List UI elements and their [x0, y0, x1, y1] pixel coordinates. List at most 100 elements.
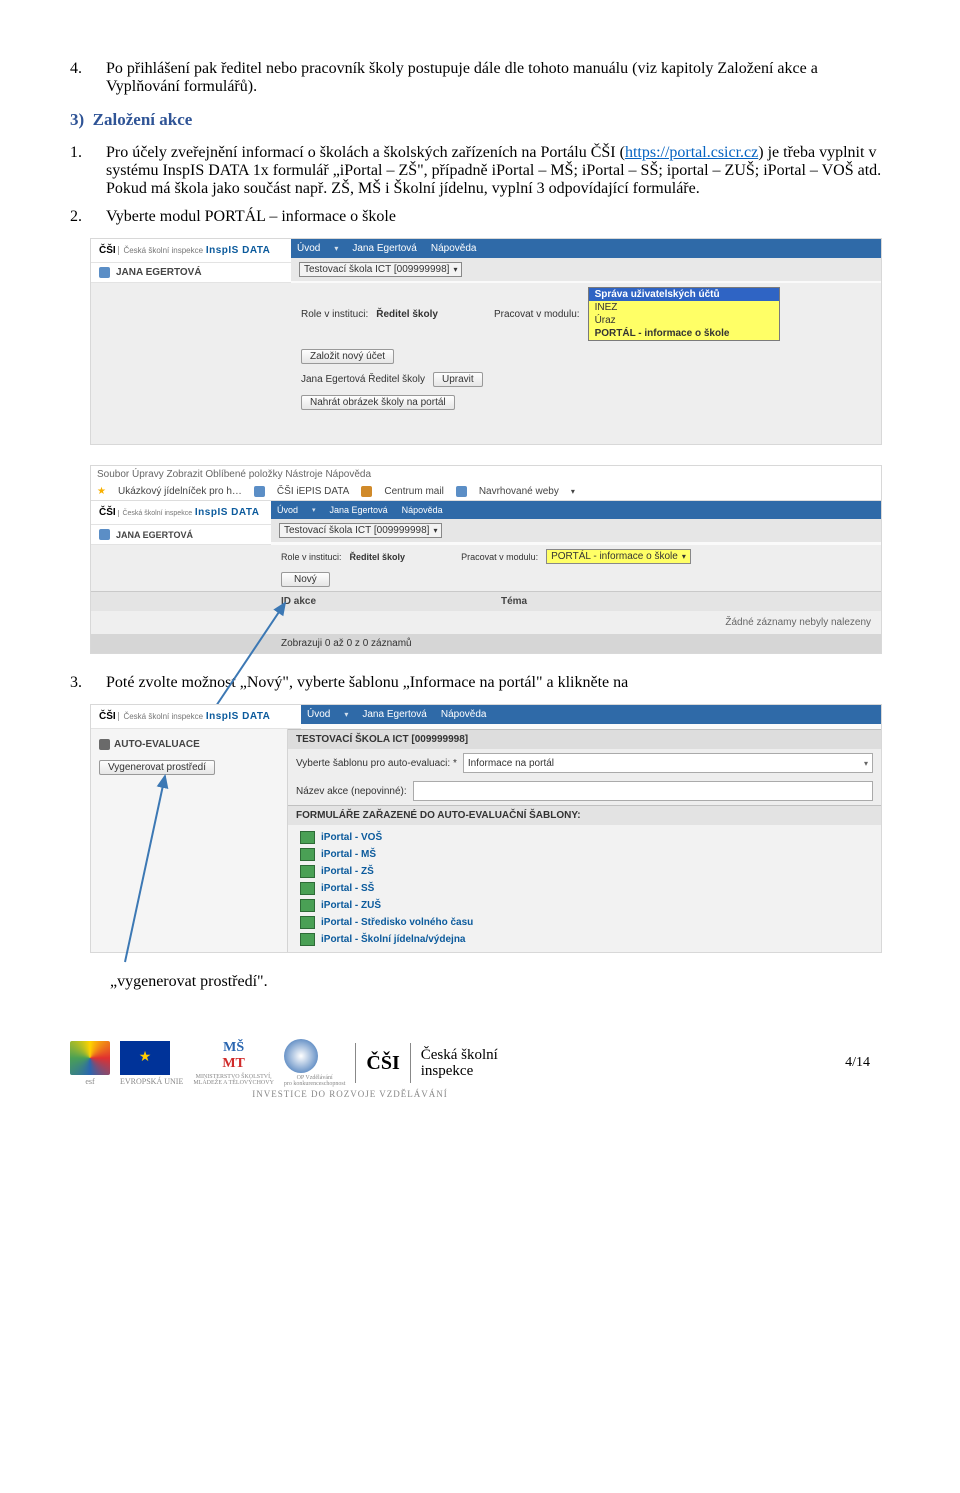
form-item[interactable]: iPortal - MŠ	[296, 846, 873, 863]
user-icon	[99, 529, 110, 540]
bookmarks-bar: ★ Ukázkový jídelníček pro h… ČŠI iEPIS D…	[91, 483, 881, 501]
csi-sub: Česká školní inspekce	[118, 246, 203, 255]
portal-link[interactable]: https://portal.csicr.cz	[625, 144, 758, 161]
module-value: PORTÁL - informace o škole	[551, 551, 678, 562]
csi-abbr: ČŠI	[99, 245, 116, 256]
num: 4.	[70, 60, 102, 78]
favicon-icon	[254, 486, 265, 497]
form-item[interactable]: iPortal - Středisko volného času	[296, 914, 873, 931]
brand-app: InspIS DATA	[195, 507, 260, 518]
form-label: iPortal - Školní jídelna/výdejna	[321, 934, 465, 945]
name-input[interactable]	[413, 781, 873, 801]
table-footer: Zobrazuji 0 až 0 z 0 záznamů	[91, 634, 881, 653]
form-label: iPortal - ZŠ	[321, 866, 374, 877]
module-selected: Správa uživatelských účtů	[589, 288, 779, 301]
module-dropdown[interactable]: Správa uživatelských účtů INEZ Úraz PORT…	[588, 287, 780, 341]
brand-app: InspIS DATA	[206, 711, 271, 722]
body: Vyberte modul PORTÁL – informace o škole	[106, 208, 886, 226]
edit-button[interactable]: Upravit	[433, 372, 483, 387]
eu-flag: ★ EVROPSKÁ UNIE	[120, 1041, 183, 1086]
msmt-logo: MŠMT MINISTERSTVO ŠKOLSTVÍ,MLÁDEŽE A TĚL…	[193, 1040, 274, 1086]
role-label: Role v instituci:	[281, 552, 342, 562]
csi-logo: ČŠI	[366, 1052, 399, 1075]
csi-abbr: ČŠI	[99, 711, 116, 722]
list-item-3-3: 3. Poté zvolte možnost „Nový", vyberte š…	[70, 674, 890, 692]
form-item[interactable]: iPortal - ZŠ	[296, 863, 873, 880]
favicon-icon	[361, 486, 372, 497]
body: Pro účely zveřejnění informací o školách…	[106, 144, 886, 198]
form-label: iPortal - SŠ	[321, 883, 374, 894]
gear-icon	[99, 739, 110, 750]
star-icon: ★	[97, 486, 106, 497]
user-icon	[99, 267, 110, 278]
form-icon	[300, 848, 315, 861]
tab-user[interactable]: Jana Egertová	[330, 505, 388, 515]
tab-help[interactable]: Nápověda	[441, 709, 487, 720]
user-name: JANA EGERTOVÁ	[116, 267, 202, 278]
tab-user[interactable]: Jana Egertová	[352, 243, 417, 254]
generate-env-button[interactable]: Vygenerovat prostředí	[99, 760, 215, 775]
upload-image-button[interactable]: Nahrát obrázek školy na portál	[301, 395, 455, 410]
new-account-button[interactable]: Založit nový účet	[301, 349, 394, 364]
page-footer: esf ★ EVROPSKÁ UNIE MŠMT MINISTERSTVO ŠK…	[70, 1031, 890, 1087]
num: 3.	[70, 674, 102, 692]
form-icon	[300, 933, 315, 946]
table-empty: Žádné záznamy nebyly nalezeny	[91, 611, 881, 634]
col-id: ID akce	[281, 596, 501, 607]
chevron-down-icon: ▾	[864, 759, 868, 768]
new-button[interactable]: Nový	[281, 572, 330, 587]
browser-menu: Soubor Úpravy Zobrazit Oblíbené položky …	[91, 466, 881, 483]
form-icon	[300, 882, 315, 895]
csi-sub: Česká školní inspekce	[118, 510, 192, 517]
list-item-3-2: 2. Vyberte modul PORTÁL – informace o šk…	[70, 208, 890, 226]
template-select[interactable]: Informace na portál ▾	[463, 753, 873, 773]
user-row: Jana Egertová Ředitel školy	[301, 374, 425, 385]
chevron-down-icon: ▾	[453, 265, 457, 274]
form-item[interactable]: iPortal - VOŠ	[296, 829, 873, 846]
tab-help[interactable]: Nápověda	[431, 243, 477, 254]
module-select[interactable]: PORTÁL - informace o škole ▾	[546, 549, 691, 564]
module-label: Pracovat v modulu:	[494, 309, 580, 320]
chevron-down-icon: ▾	[312, 506, 316, 514]
tab-uvod[interactable]: Úvod	[297, 243, 320, 254]
name-label: Název akce (nepovinné):	[296, 786, 407, 797]
form-item[interactable]: iPortal - SŠ	[296, 880, 873, 897]
module-option[interactable]: Úraz	[589, 314, 779, 327]
list-item-3-1: 1. Pro účely zveřejnění informací o škol…	[70, 144, 890, 198]
template-value: Informace na portál	[468, 758, 554, 769]
tab-user[interactable]: Jana Egertová	[362, 709, 427, 720]
chevron-down-icon: ▾	[433, 526, 437, 535]
tab-uvod[interactable]: Úvod	[307, 709, 330, 720]
school-value: Testovací škola ICT [009999998]	[284, 525, 429, 536]
school-header: TESTOVACÍ ŠKOLA ICT [009999998]	[288, 729, 881, 749]
bookmark[interactable]: Centrum mail	[384, 486, 443, 497]
screenshot-3: ČŠI Česká školní inspekce InspIS DATA Úv…	[90, 704, 882, 953]
footer-logos: esf ★ EVROPSKÁ UNIE MŠMT MINISTERSTVO ŠK…	[70, 1039, 498, 1087]
tab-help[interactable]: Nápověda	[402, 505, 443, 515]
school-select[interactable]: Testovací škola ICT [009999998] ▾	[299, 262, 462, 277]
module-option-portal[interactable]: PORTÁL - informace o škole	[589, 327, 779, 340]
favicon-icon	[456, 486, 467, 497]
module-option[interactable]: INEZ	[589, 301, 779, 314]
bookmark[interactable]: ČŠI iEPIS DATA	[277, 486, 349, 497]
form-item[interactable]: iPortal - ZUŠ	[296, 897, 873, 914]
brand-app: InspIS DATA	[206, 245, 271, 256]
bookmark[interactable]: Navrhované weby	[479, 486, 559, 497]
csi-sub: Česká školní inspekce	[118, 712, 203, 721]
form-label: iPortal - VOŠ	[321, 832, 382, 843]
form-item[interactable]: iPortal - Školní jídelna/výdejna	[296, 931, 873, 948]
section-num: 3)	[70, 110, 84, 129]
form-icon	[300, 865, 315, 878]
template-label: Vyberte šablonu pro auto-evaluaci: *	[296, 758, 457, 769]
logo-text: ČŠI Česká školní inspekce InspIS DATA	[99, 245, 270, 256]
bookmark[interactable]: Ukázkový jídelníček pro h…	[118, 486, 242, 497]
body: Po přihlášení pak ředitel nebo pracovník…	[106, 60, 886, 96]
screenshot-3-wrap: ČŠI Česká školní inspekce InspIS DATA Úv…	[70, 704, 890, 953]
form-label: iPortal - Středisko volného času	[321, 917, 473, 928]
tab-uvod[interactable]: Úvod	[277, 505, 298, 515]
form-icon	[300, 831, 315, 844]
screenshot-2-wrap: Soubor Úpravy Zobrazit Oblíbené položky …	[70, 465, 890, 654]
school-select[interactable]: Testovací škola ICT [009999998] ▾	[279, 523, 442, 538]
role-value: Ředitel školy	[350, 552, 406, 562]
screenshot-2: Soubor Úpravy Zobrazit Oblíbené položky …	[90, 465, 882, 654]
